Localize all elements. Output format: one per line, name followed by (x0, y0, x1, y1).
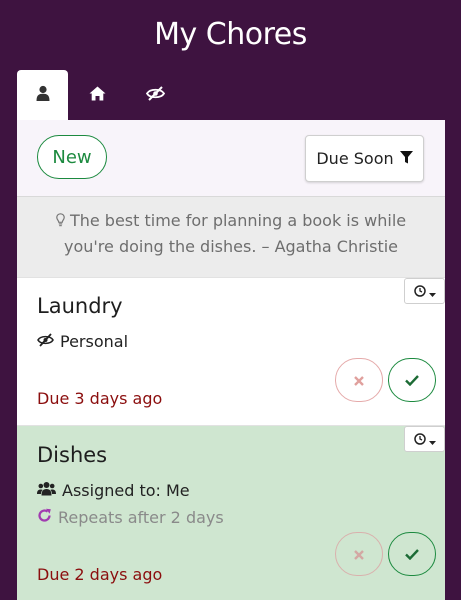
clock-icon (413, 282, 426, 301)
check-icon (405, 545, 419, 564)
tab-household[interactable] (72, 70, 123, 120)
eye-slash-icon (37, 332, 54, 351)
check-icon (405, 371, 419, 390)
complete-button[interactable] (388, 358, 436, 402)
repeat-label: Repeats after 2 days (58, 508, 224, 527)
chore-name: Dishes (37, 443, 108, 467)
caret-down-icon (428, 430, 436, 449)
chores-panel: New Due Soon The best time for planning … (17, 120, 445, 600)
toolbar: New Due Soon (17, 120, 445, 197)
due-status: Due 3 days ago (37, 389, 163, 408)
clock-icon (413, 430, 426, 449)
new-chore-button[interactable]: New (37, 135, 107, 179)
filter-icon (399, 149, 413, 168)
refresh-icon (37, 508, 52, 527)
due-status: Due 2 days ago (37, 565, 163, 584)
chore-assignment: Assigned to: Me (37, 481, 190, 500)
skip-button[interactable] (335, 358, 383, 402)
chore-name: Laundry (37, 294, 123, 318)
tab-bar (17, 70, 445, 120)
complete-button[interactable] (388, 532, 436, 576)
x-icon (354, 545, 364, 564)
tab-hidden[interactable] (130, 70, 181, 120)
eye-slash-icon (145, 85, 166, 105)
sort-label: Due Soon (316, 149, 394, 168)
skip-button[interactable] (335, 532, 383, 576)
snooze-dropdown[interactable] (404, 278, 445, 304)
chore-card-dishes: Dishes Assigned to: Me Repeats after 2 d… (17, 425, 445, 600)
lightbulb-icon (56, 211, 70, 230)
users-icon (37, 481, 56, 500)
caret-down-icon (428, 282, 436, 301)
user-icon (36, 85, 50, 105)
visibility-label: Personal (60, 332, 129, 351)
chore-repeat: Repeats after 2 days (37, 508, 224, 527)
quote-text: The best time for planning a book is whi… (63, 211, 407, 256)
quote-banner: The best time for planning a book is whi… (17, 197, 445, 277)
snooze-dropdown[interactable] (404, 426, 445, 452)
tab-personal[interactable] (17, 70, 68, 120)
sort-filter-button[interactable]: Due Soon (305, 135, 424, 182)
chore-visibility: Personal (37, 332, 128, 351)
home-icon (89, 86, 106, 105)
chore-card-laundry: Laundry Personal Due 3 days ago (17, 277, 445, 425)
x-icon (354, 371, 364, 390)
assignment-label: Assigned to: Me (62, 481, 190, 500)
app-title: My Chores (154, 17, 307, 52)
